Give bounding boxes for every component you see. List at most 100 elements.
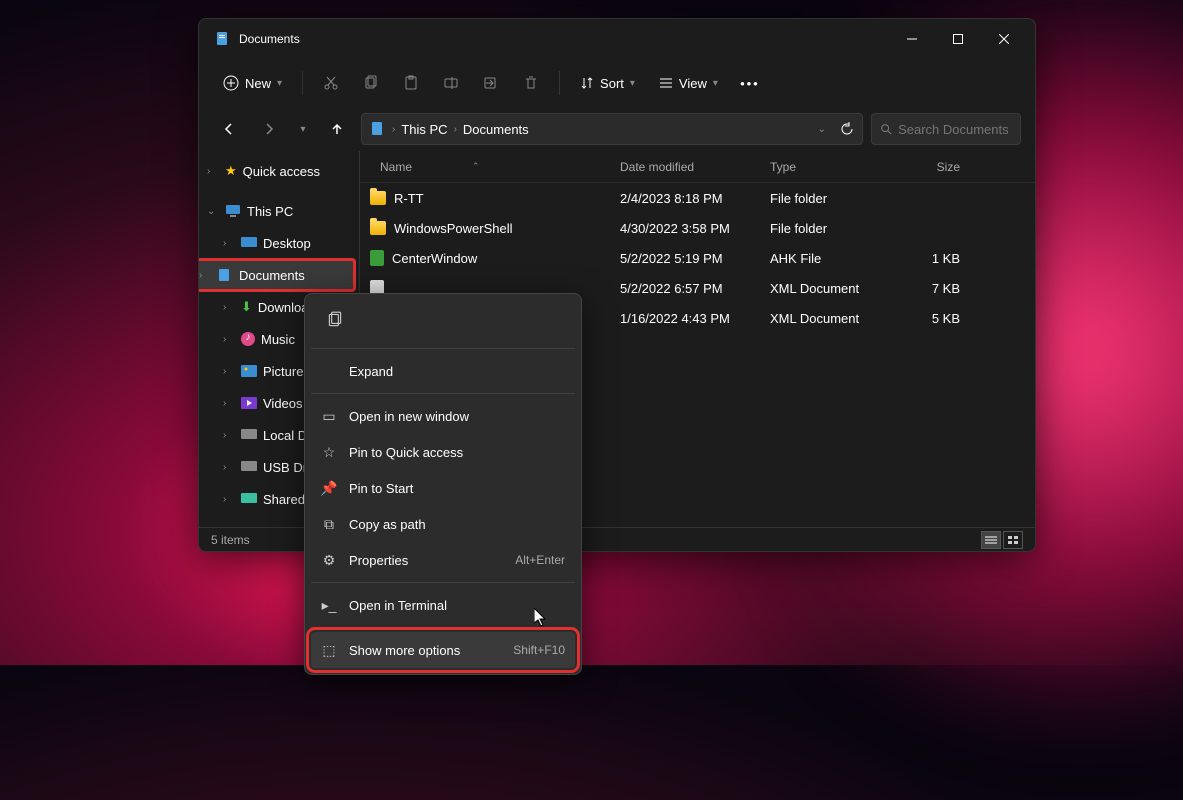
- file-row[interactable]: CenterWindow5/2/2022 5:19 PMAHK File1 KB: [360, 243, 1035, 273]
- ctx-copy-path[interactable]: ⧉Copy as path: [311, 506, 575, 542]
- col-date[interactable]: Date modified: [620, 160, 770, 174]
- new-label: New: [245, 76, 271, 91]
- sort-button[interactable]: Sort ▾: [570, 70, 645, 97]
- arrow-left-icon: [222, 122, 236, 136]
- sidebar-this-pc[interactable]: ⌄ This PC: [199, 195, 359, 227]
- file-type: AHK File: [770, 251, 890, 266]
- ctx-label: Show more options: [349, 643, 501, 658]
- sort-icon: [580, 76, 594, 90]
- file-name: R-TT: [394, 191, 424, 206]
- terminal-icon: ▸_: [321, 597, 337, 613]
- new-button[interactable]: New ▾: [213, 69, 292, 97]
- ctx-copy-button[interactable]: [319, 304, 351, 336]
- details-view-button[interactable]: [981, 531, 1001, 549]
- col-size[interactable]: Size: [890, 160, 960, 174]
- ctx-label: Properties: [349, 553, 503, 568]
- ctx-label: Expand: [349, 364, 565, 379]
- folder-icon: [370, 221, 386, 235]
- sidebar-label: Desktop: [263, 236, 311, 251]
- share-icon: [483, 75, 499, 91]
- sidebar-label: Videos: [263, 396, 303, 411]
- ctx-open-new-window[interactable]: ▭Open in new window: [311, 398, 575, 434]
- chevron-down-icon: ▾: [300, 124, 305, 135]
- sidebar-item-documents[interactable]: ›Documents: [199, 259, 355, 291]
- breadcrumb-documents[interactable]: Documents: [463, 122, 529, 137]
- pin-icon: 📌: [321, 480, 337, 496]
- ctx-pin-start[interactable]: 📌Pin to Start: [311, 470, 575, 506]
- more-button[interactable]: •••: [732, 70, 768, 97]
- paste-button[interactable]: [393, 69, 429, 97]
- chevron-right-icon: ›: [207, 166, 219, 177]
- star-icon: ☆: [321, 444, 337, 460]
- sidebar-quick-access[interactable]: › ★ Quick access: [199, 155, 359, 187]
- search-icon: [880, 122, 892, 136]
- more-icon: ⬚: [321, 642, 337, 658]
- chevron-right-icon: ›: [223, 494, 235, 505]
- file-size: 7 KB: [890, 281, 960, 296]
- sort-label: Sort: [600, 76, 624, 91]
- nav-bar: ▾ › This PC › Documents ⌄: [199, 107, 1035, 151]
- chevron-right-icon: ›: [223, 238, 235, 249]
- arrow-right-icon: [262, 122, 276, 136]
- copy-button[interactable]: [353, 69, 389, 97]
- close-button[interactable]: [981, 23, 1027, 55]
- forward-button[interactable]: [253, 113, 285, 145]
- file-date: 1/16/2022 4:43 PM: [620, 311, 770, 326]
- ctx-label: Open in new window: [349, 409, 565, 424]
- file-name: WindowsPowerShell: [394, 221, 513, 236]
- ctx-expand[interactable]: Expand: [311, 353, 575, 389]
- copy-icon: [326, 311, 344, 329]
- disk-icon: [241, 429, 257, 441]
- delete-button[interactable]: [513, 69, 549, 97]
- ctx-pin-quick-access[interactable]: ☆Pin to Quick access: [311, 434, 575, 470]
- breadcrumb-this-pc[interactable]: This PC: [401, 122, 447, 137]
- file-size: 5 KB: [890, 311, 960, 326]
- address-bar[interactable]: › This PC › Documents ⌄: [361, 113, 863, 145]
- ctx-shortcut: Alt+Enter: [515, 553, 565, 567]
- view-label: View: [679, 76, 707, 91]
- minimize-button[interactable]: [889, 23, 935, 55]
- share-button[interactable]: [473, 69, 509, 97]
- file-type: XML Document: [770, 311, 890, 326]
- ctx-open-terminal[interactable]: ▸_Open in Terminal: [311, 587, 575, 623]
- sort-asc-icon: ⌃: [472, 161, 480, 172]
- usb-icon: [241, 461, 257, 473]
- chevron-right-icon: ›: [223, 366, 235, 377]
- back-button[interactable]: [213, 113, 245, 145]
- chevron-right-icon: ›: [223, 398, 235, 409]
- cut-button[interactable]: [313, 69, 349, 97]
- documents-icon: [215, 31, 231, 47]
- toolbar: New ▾ Sort ▾ View ▾ •••: [199, 59, 1035, 107]
- col-type[interactable]: Type: [770, 160, 890, 174]
- ctx-properties[interactable]: ⚙PropertiesAlt+Enter: [311, 542, 575, 578]
- chevron-right-icon: ›: [454, 124, 457, 135]
- sidebar-label: Music: [261, 332, 295, 347]
- item-count: 5 items: [211, 533, 250, 547]
- col-name[interactable]: Name⌃: [360, 160, 620, 174]
- view-button[interactable]: View ▾: [649, 70, 728, 97]
- maximize-button[interactable]: [935, 23, 981, 55]
- ctx-show-more-options[interactable]: ⬚Show more optionsShift+F10: [311, 632, 575, 668]
- chevron-right-icon: ›: [223, 462, 235, 473]
- search-input[interactable]: [898, 122, 1012, 137]
- file-date: 4/30/2022 3:58 PM: [620, 221, 770, 236]
- file-row[interactable]: R-TT2/4/2023 8:18 PMFile folder: [360, 183, 1035, 213]
- file-date: 2/4/2023 8:18 PM: [620, 191, 770, 206]
- cut-icon: [323, 75, 339, 91]
- up-button[interactable]: [321, 113, 353, 145]
- ellipsis-icon: •••: [740, 76, 760, 91]
- list-icon: [985, 535, 997, 545]
- plus-circle-icon: [223, 75, 239, 91]
- ctx-label: Copy as path: [349, 517, 565, 532]
- thumbnails-view-button[interactable]: [1003, 531, 1023, 549]
- chevron-down-icon[interactable]: ⌄: [818, 124, 826, 135]
- search-box[interactable]: [871, 113, 1021, 145]
- arrow-up-icon: [330, 122, 344, 136]
- rename-button[interactable]: [433, 69, 469, 97]
- file-row[interactable]: WindowsPowerShell4/30/2022 3:58 PMFile f…: [360, 213, 1035, 243]
- recent-button[interactable]: ▾: [293, 113, 313, 145]
- refresh-icon[interactable]: [840, 122, 854, 136]
- titlebar: Documents: [199, 19, 1035, 59]
- pictures-icon: [241, 365, 257, 377]
- sidebar-item-desktop[interactable]: › Desktop: [199, 227, 359, 259]
